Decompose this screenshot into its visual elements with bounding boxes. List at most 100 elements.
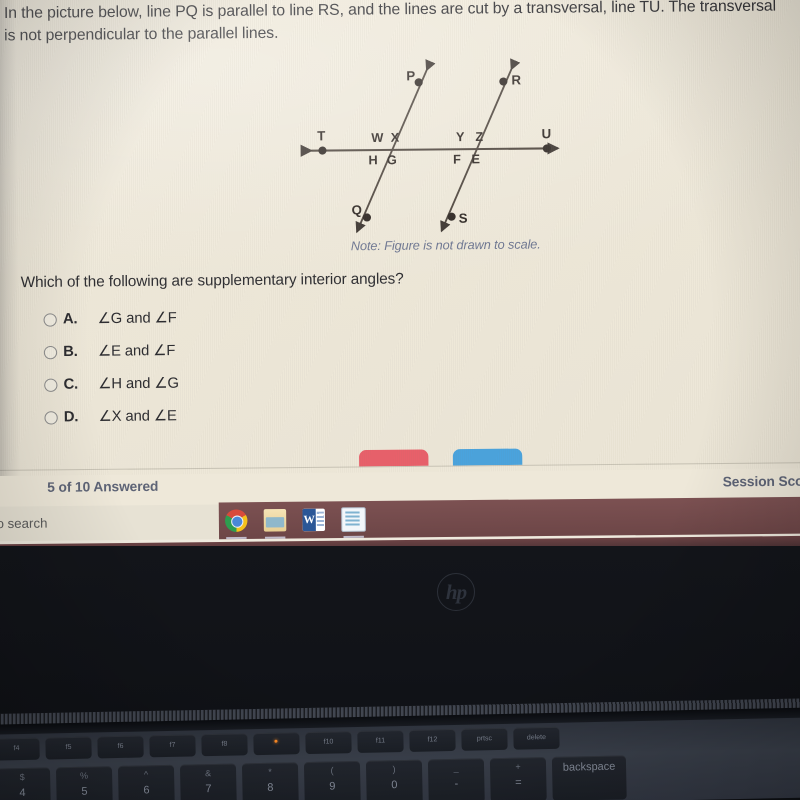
key-4-label: 4 xyxy=(19,786,26,800)
file-explorer-active-indicator xyxy=(264,536,286,539)
point-s xyxy=(447,212,456,221)
answer-option-d[interactable]: D. ∠X and ∠E xyxy=(44,397,432,433)
figure-label-h: H xyxy=(368,152,377,167)
figure-label-p: P xyxy=(406,68,415,83)
key-0[interactable]: ) 0 xyxy=(365,759,423,800)
key-8-shift: * xyxy=(268,766,272,777)
key-equals-shift: + xyxy=(515,761,521,772)
chrome-icon[interactable] xyxy=(224,509,248,540)
file-explorer-icon[interactable] xyxy=(263,508,287,539)
document-icon[interactable] xyxy=(341,507,366,538)
chrome-active-indicator xyxy=(226,536,247,540)
answered-count: 5 of 10 Answered xyxy=(47,478,159,495)
point-t xyxy=(318,146,327,155)
key-f9[interactable] xyxy=(253,732,300,756)
question-prompt: Which of the following are supplementary… xyxy=(20,270,404,292)
option-letter-c: C. xyxy=(63,376,79,393)
word-icon[interactable] xyxy=(302,508,326,532)
key-f4[interactable]: f4 xyxy=(0,737,40,761)
key-7[interactable]: & 7 xyxy=(179,763,237,800)
radio-button-c[interactable] xyxy=(44,378,58,392)
key-f12[interactable]: f12 xyxy=(409,728,456,752)
taskbar-search-box[interactable]: ere to search xyxy=(0,515,47,531)
line-tu xyxy=(300,142,560,157)
radio-button-b[interactable] xyxy=(43,345,58,359)
key-0-shift: ) xyxy=(392,764,396,775)
key-f7[interactable]: f7 xyxy=(149,734,196,758)
key-8-label: 8 xyxy=(267,781,274,794)
mute-led-indicator xyxy=(274,739,278,743)
point-u xyxy=(542,144,551,153)
figure-label-u: U xyxy=(542,126,552,141)
key-6-label: 6 xyxy=(143,784,150,797)
key-backspace-label: backspace xyxy=(562,760,616,774)
question-stem: In the picture below, line PQ is paralle… xyxy=(3,0,777,45)
figure-label-f: F xyxy=(453,152,461,167)
option-text-c: ∠H and ∠G xyxy=(98,375,180,393)
figure-label-x: X xyxy=(391,130,400,145)
key-f8[interactable]: f8 xyxy=(201,733,248,757)
quiz-page: In the picture below, line PQ is paralle… xyxy=(0,0,800,542)
radio-button-d[interactable] xyxy=(44,410,58,425)
session-score-label: Session Score xyxy=(722,473,800,490)
key-minus-shift: _ xyxy=(453,762,459,773)
option-letter-a: A. xyxy=(62,311,78,328)
figure-note: Note: Figure is not drawn to scale. xyxy=(350,237,541,254)
figure-label-s: S xyxy=(459,211,468,226)
answer-options: A. ∠G and ∠F B. ∠E and ∠F C. ∠H and ∠G D… xyxy=(43,299,432,433)
figure-label-t: T xyxy=(317,128,325,143)
key-8[interactable]: * 8 xyxy=(241,762,299,800)
key-minus[interactable]: _ - xyxy=(427,758,485,800)
key-f6[interactable]: f6 xyxy=(97,735,144,759)
windows-taskbar[interactable]: ere to search xyxy=(0,496,800,542)
geometry-figure-svg: P R Q S T U W X H G Y Z F E xyxy=(300,58,560,234)
key-9-shift: ( xyxy=(330,765,334,776)
key-4-shift: $ xyxy=(19,771,25,783)
option-letter-d: D. xyxy=(63,408,79,426)
key-equals-label: = xyxy=(515,776,522,789)
laptop-photo: In the picture below, line PQ is paralle… xyxy=(0,0,800,800)
taskbar-app-area xyxy=(218,496,800,540)
option-text-d: ∠X and ∠E xyxy=(98,408,177,426)
answer-option-b[interactable]: B. ∠E and ∠F xyxy=(43,332,432,368)
key-minus-label: - xyxy=(454,777,459,790)
key-4[interactable]: $ 4 xyxy=(0,767,51,800)
figure-label-q: Q xyxy=(352,202,362,217)
document-active-indicator xyxy=(343,535,364,538)
figure-label-r: R xyxy=(511,72,521,87)
key-6-shift: ^ xyxy=(143,769,149,780)
key-5[interactable]: % 5 xyxy=(55,766,113,800)
key-9-label: 9 xyxy=(329,780,336,793)
screen-left-shadow xyxy=(0,0,21,477)
option-letter-b: B. xyxy=(63,343,78,361)
key-7-shift: & xyxy=(204,768,212,779)
option-text-a: ∠G and ∠F xyxy=(97,310,177,328)
key-equals[interactable]: + = xyxy=(489,757,547,800)
key-delete[interactable]: delete xyxy=(513,726,560,750)
answer-option-c[interactable]: C. ∠H and ∠G xyxy=(44,365,432,401)
key-f10[interactable]: f10 xyxy=(305,731,352,755)
keyboard-number-row: $ 4 % 5 ^ 6 & 7 * 8 ( 9) 0 _ - + = back… xyxy=(0,755,627,800)
point-r xyxy=(499,77,508,86)
key-f5[interactable]: f5 xyxy=(45,736,92,760)
option-text-b: ∠E and ∠F xyxy=(97,342,176,360)
key-backspace[interactable]: backspace xyxy=(551,755,627,800)
key-5-label: 5 xyxy=(81,785,88,798)
key-0-label: 0 xyxy=(391,779,398,792)
hp-logo: hp xyxy=(437,573,475,611)
key-5-shift: % xyxy=(80,770,89,781)
figure-label-z: Z xyxy=(475,129,483,144)
key-f11[interactable]: f11 xyxy=(357,730,404,753)
point-p xyxy=(414,78,423,87)
key-7-label: 7 xyxy=(205,783,212,796)
key-prtsc[interactable]: prtsc xyxy=(461,727,508,751)
answer-option-a[interactable]: A. ∠G and ∠F xyxy=(43,299,431,335)
figure-label-w: W xyxy=(371,130,384,145)
key-6[interactable]: ^ 6 xyxy=(117,764,175,800)
figure-label-e: E xyxy=(471,151,480,166)
figure-label-g: G xyxy=(387,152,397,167)
keyboard-function-row: f4 f5 f6 f7 f8 f10 f11 f12 prtsc delete xyxy=(0,726,560,761)
point-q xyxy=(362,213,372,222)
radio-button-a[interactable] xyxy=(43,312,57,327)
key-9[interactable]: ( 9 xyxy=(303,760,361,800)
